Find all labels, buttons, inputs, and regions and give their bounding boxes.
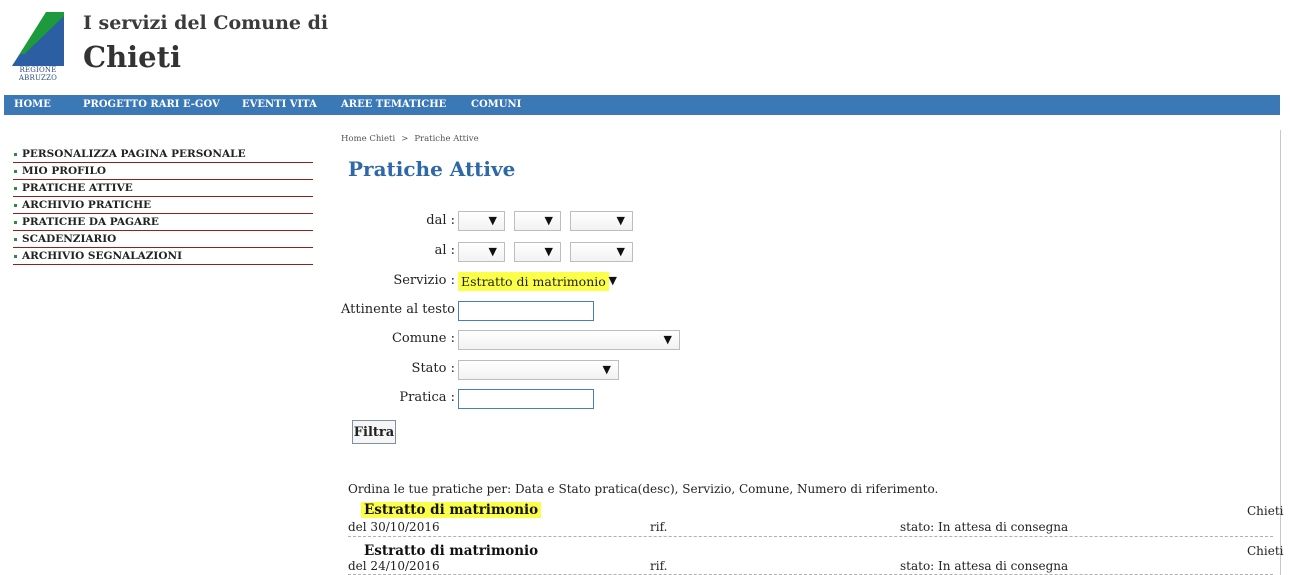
- pratica-label: Pratica :: [399, 390, 455, 405]
- bullet-icon: [14, 254, 17, 258]
- al-day-select[interactable]: ▼: [458, 242, 505, 262]
- breadcrumb-current: Pratiche Attive: [414, 134, 479, 144]
- chevron-down-icon: ▼: [544, 245, 553, 258]
- header-subtitle: I servizi del Comune di: [83, 12, 329, 34]
- sidebar-item-archivio-pratiche[interactable]: ARCHIVIO PRATICHE: [13, 197, 313, 214]
- bullet-icon: [14, 152, 17, 156]
- sidebar-item-scadenziario[interactable]: SCADENZIARIO: [13, 231, 313, 248]
- sidebar-item-personalizza[interactable]: PERSONALIZZA PAGINA PERSONALE: [13, 146, 313, 163]
- attinente-text-input[interactable]: [458, 301, 594, 321]
- servizio-selected-value: Estratto di matrimonio: [458, 272, 609, 291]
- order-by-text: Ordina le tue pratiche per: Data e Stato…: [348, 482, 939, 496]
- bullet-icon: [14, 237, 17, 241]
- comune-label: Comune :: [391, 331, 455, 346]
- result-rif: rif.: [650, 520, 668, 534]
- result-stato: stato: In attesa di consegna: [900, 520, 1069, 534]
- breadcrumb: Home Chieti > Pratiche Attive: [341, 134, 479, 144]
- servizio-label: Servizio :: [393, 273, 455, 288]
- chevron-down-icon: ▼: [488, 245, 497, 258]
- nav-aree-tematiche[interactable]: AREE TEMATICHE: [341, 99, 446, 110]
- nav-comuni[interactable]: COMUNI: [471, 99, 521, 110]
- bullet-icon: [14, 203, 17, 207]
- chevron-down-icon: ▼: [663, 333, 672, 346]
- servizio-select[interactable]: Estratto di matrimonio ▼: [458, 272, 621, 292]
- header-city-name: Chieti: [83, 40, 182, 74]
- chevron-down-icon: ▼: [616, 214, 625, 227]
- comune-select[interactable]: ▼: [458, 330, 680, 350]
- logo-caption: REGIONE ABRUZZO: [18, 66, 58, 82]
- dal-day-select[interactable]: ▼: [458, 211, 505, 231]
- result-comune: Chieti: [1247, 544, 1284, 558]
- filtra-button[interactable]: Filtra: [352, 420, 396, 444]
- result-title[interactable]: Estratto di matrimonio: [364, 543, 538, 559]
- sidebar-item-pratiche-da-pagare[interactable]: PRATICHE DA PAGARE: [13, 214, 313, 231]
- stato-label: Stato :: [411, 361, 455, 376]
- stato-select[interactable]: ▼: [458, 360, 619, 380]
- result-date: del 24/10/2016: [348, 559, 440, 573]
- page-title: Pratiche Attive: [348, 157, 516, 181]
- chevron-down-icon: ▼: [616, 245, 625, 258]
- dal-year-select[interactable]: ▼: [570, 211, 633, 231]
- result-comune: Chieti: [1247, 504, 1284, 518]
- bullet-icon: [14, 169, 17, 173]
- attinente-label: Attinente al testo :: [341, 302, 464, 317]
- main-navigation: HOME PROGETTO RARI E-GOV EVENTI VITA ARE…: [4, 95, 1280, 115]
- pratica-input[interactable]: [458, 389, 594, 409]
- nav-eventi-vita[interactable]: EVENTI VITA: [242, 99, 317, 110]
- al-month-select[interactable]: ▼: [514, 242, 561, 262]
- chevron-down-icon: ▼: [608, 274, 617, 287]
- result-date: del 30/10/2016: [348, 520, 440, 534]
- sidebar-item-pratiche-attive[interactable]: PRATICHE ATTIVE: [13, 180, 313, 197]
- site-header: REGIONE ABRUZZO I servizi del Comune di …: [0, 0, 1290, 95]
- nav-home[interactable]: HOME: [14, 99, 51, 110]
- main-content: Home Chieti > Pratiche Attive Pratiche Att…: [341, 130, 1284, 575]
- bullet-icon: [14, 186, 17, 190]
- chevron-down-icon: ▼: [602, 363, 611, 376]
- nav-progetto-rari[interactable]: PROGETTO RARI E-GOV: [83, 99, 220, 110]
- dal-label: dal :: [426, 213, 455, 228]
- chevron-down-icon: ▼: [544, 214, 553, 227]
- result-stato: stato: In attesa di consegna: [900, 559, 1069, 573]
- chevron-down-icon: ▼: [488, 214, 497, 227]
- result-rif: rif.: [650, 559, 668, 573]
- al-year-select[interactable]: ▼: [570, 242, 633, 262]
- breadcrumb-separator: >: [401, 134, 409, 144]
- sidebar-menu: PERSONALIZZA PAGINA PERSONALE MIO PROFIL…: [13, 146, 313, 265]
- sidebar-item-archivio-segnalazioni[interactable]: ARCHIVIO SEGNALAZIONI: [13, 248, 313, 265]
- bullet-icon: [14, 220, 17, 224]
- result-title[interactable]: Estratto di matrimonio: [361, 502, 542, 518]
- result-divider: [348, 536, 1273, 537]
- dal-month-select[interactable]: ▼: [514, 211, 561, 231]
- sidebar-item-mio-profilo[interactable]: MIO PROFILO: [13, 163, 313, 180]
- breadcrumb-home[interactable]: Home Chieti: [341, 134, 395, 144]
- al-label: al :: [434, 243, 455, 258]
